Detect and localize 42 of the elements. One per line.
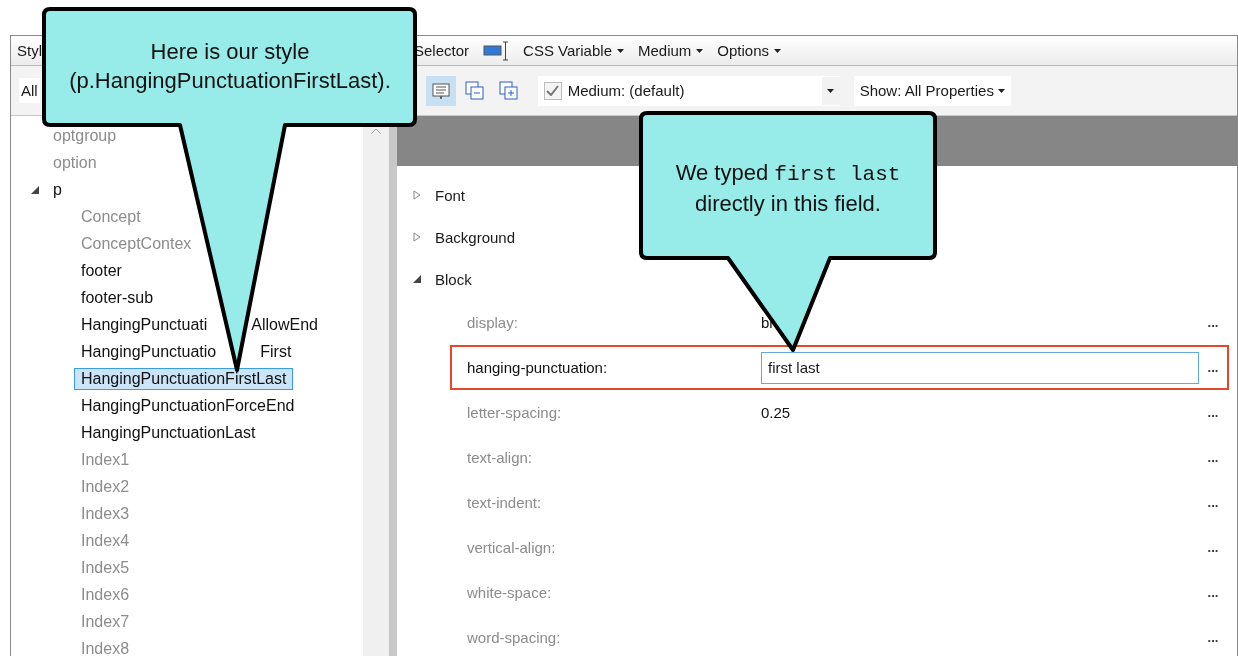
filter-dropdown[interactable]: All — [19, 78, 40, 103]
more-button[interactable]: ... — [1199, 630, 1227, 645]
tree-item[interactable]: HangingPunctuatio First — [74, 340, 299, 363]
tree-item[interactable]: HangingPunctuationLast — [74, 421, 263, 444]
property-name: display: — [467, 314, 519, 331]
value-field[interactable]: first last — [761, 351, 1199, 384]
tree-item[interactable]: option — [46, 151, 104, 174]
group-label[interactable]: Background — [435, 228, 516, 246]
property-name: letter-spacing: — [467, 404, 563, 421]
more-button[interactable]: ... — [1199, 315, 1227, 330]
property-name: white-space: — [467, 584, 553, 601]
group-label[interactable]: Block — [435, 270, 472, 288]
callout-text: We typed first last directly in this field. — [674, 159, 902, 218]
menu-button[interactable]: CSS Variable — [523, 42, 624, 59]
medium-label: Medium: (default) — [567, 82, 685, 99]
medium-dropdown[interactable]: Medium: (default) — [537, 75, 840, 106]
tree-item[interactable]: HangingPunctuati AllowEnd — [74, 313, 325, 336]
tree-item[interactable]: optgroup — [46, 124, 124, 147]
more-button[interactable]: ... — [1199, 585, 1227, 600]
callout-text: Here is our style (p.HangingPunctuationFirstLast). — [68, 38, 392, 95]
property-value: 0.25 — [761, 404, 792, 421]
more-button[interactable]: ... — [1199, 540, 1227, 555]
menu-button[interactable]: Options — [717, 42, 782, 59]
more-button[interactable]: ... — [1199, 495, 1227, 510]
tree-item[interactable]: footer — [74, 259, 129, 282]
tree-item[interactable]: HangingPunctuationForceEnd — [74, 394, 302, 417]
menu-button[interactable]: Medium — [638, 42, 704, 59]
property-name: text-indent: — [467, 494, 543, 511]
tree-item[interactable]: p — [46, 178, 69, 201]
toolbar-label[interactable]: Styl — [17, 42, 42, 59]
more-button[interactable]: ... — [1199, 405, 1227, 420]
property-name: word-spacing: — [467, 629, 562, 646]
property-name: vertical-align: — [467, 539, 557, 556]
property-name: text-align: — [467, 449, 534, 466]
show-dropdown[interactable]: Show: All Properties — [853, 75, 1011, 106]
property-name: hanging-punctuation: — [467, 359, 609, 376]
tree-item[interactable]: ConceptContex — [74, 232, 199, 255]
tree-item[interactable]: footer-sub — [74, 286, 161, 309]
more-button[interactable]: ... — [1199, 450, 1227, 465]
more-button[interactable]: ... — [1199, 360, 1227, 375]
group-label[interactable]: Font — [435, 186, 465, 204]
tree-item[interactable]: HangingPunctuationFirstLast — [74, 367, 294, 390]
